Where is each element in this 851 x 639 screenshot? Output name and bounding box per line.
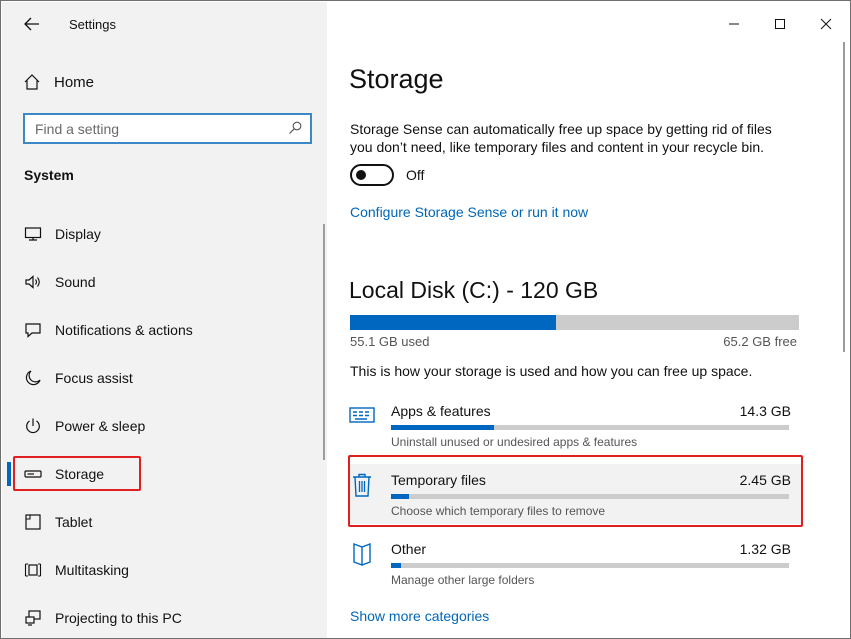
disk-usage-bar-fill [350,315,557,330]
sidebar-item-display[interactable]: Display [2,210,327,258]
usage-description: This is how your storage is used and how… [350,363,753,379]
notification-icon [24,321,42,339]
sidebar-scrollbar[interactable] [323,224,325,460]
category-usage-bar [391,494,789,499]
category-temporary-files[interactable]: Temporary files 2.45 GB Choose which tem… [349,464,803,524]
category-usage-bar-fill [391,425,495,430]
minimize-icon [729,23,739,25]
category-name: Temporary files [391,472,486,488]
settings-window: Settings Home System Display [0,0,851,639]
sidebar-item-label: Notifications & actions [55,322,193,338]
trash-icon [349,472,375,498]
category-subtitle: Choose which temporary files to remove [391,504,606,518]
storage-sense-toggle[interactable] [350,164,394,186]
category-subtitle: Manage other large folders [391,573,535,587]
sidebar-item-tablet[interactable]: Tablet [2,498,327,546]
category-name: Apps & features [391,403,491,419]
sidebar-item-label: Tablet [55,514,93,530]
search-icon[interactable] [288,121,302,135]
page-title: Storage [349,64,444,94]
category-size: 2.45 GB [739,472,791,488]
sidebar-nav-list: Display Sound Notifications & actions Fo… [2,210,327,639]
multitasking-icon [24,561,42,579]
storage-sense-description: Storage Sense can automatically free up … [350,121,772,155]
storage-drive-icon [24,465,42,483]
sidebar-item-home[interactable]: Home [22,69,94,95]
tablet-icon [24,513,42,531]
speaker-icon [24,273,42,291]
sidebar-item-label: Projecting to this PC [55,610,182,626]
main-content: Storage Storage Sense can automatically … [327,2,849,637]
apps-icon [349,403,375,429]
disk-free-label: 65.2 GB free [723,334,797,349]
sidebar-item-home-label: Home [54,73,95,91]
sidebar-item-focus-assist[interactable]: Focus assist [2,354,327,402]
disk-usage-bar [350,315,799,330]
category-name: Other [391,541,427,557]
sidebar-item-power-sleep[interactable]: Power & sleep [2,402,327,450]
category-usage-bar [391,563,789,568]
storage-sense-toggle-row: Off [350,164,424,186]
sidebar-item-label: Display [55,226,101,242]
search-box [23,113,312,144]
sidebar-item-multitasking[interactable]: Multitasking [2,546,327,594]
sidebar-item-label: Storage [55,466,105,482]
category-usage-bar [391,425,789,430]
maximize-icon [775,19,785,29]
disk-used-label: 55.1 GB used [350,334,430,349]
sidebar: Settings Home System Display [2,2,327,638]
search-input[interactable] [35,120,275,138]
sidebar-item-projecting[interactable]: Projecting to this PC [2,594,327,639]
sidebar-item-storage[interactable]: Storage [2,450,327,498]
home-icon [22,72,42,92]
category-usage-bar-fill [391,494,409,499]
section-header-system: System [24,167,74,183]
back-button[interactable] [12,8,52,40]
category-size: 1.32 GB [739,541,791,557]
sidebar-item-label: Power & sleep [55,418,146,434]
toggle-knob [356,170,366,180]
minimize-button[interactable] [711,2,757,46]
category-usage-bar-fill [391,563,401,568]
category-apps-features[interactable]: Apps & features 14.3 GB Uninstall unused… [349,395,803,455]
moon-icon [24,369,42,387]
sidebar-item-label: Multitasking [55,562,129,578]
window-controls [711,2,849,46]
sidebar-item-notifications[interactable]: Notifications & actions [2,306,327,354]
disk-title: Local Disk (C:) - 120 GB [349,277,599,303]
category-other[interactable]: Other 1.32 GB Manage other large folders [349,533,803,593]
document-icon [349,541,375,567]
maximize-button[interactable] [757,2,803,46]
sidebar-item-label: Sound [55,274,96,290]
toggle-state-label: Off [406,167,425,183]
sidebar-item-sound[interactable]: Sound [2,258,327,306]
main-scrollbar[interactable] [843,42,845,352]
power-icon [24,417,42,435]
close-button[interactable] [803,2,849,46]
configure-storage-sense-link[interactable]: Configure Storage Sense or run it now [350,204,588,220]
show-more-categories-link[interactable]: Show more categories [350,608,489,624]
close-icon [820,18,832,30]
monitor-icon [24,225,42,243]
category-size: 14.3 GB [739,403,791,419]
back-arrow-icon [24,17,39,31]
projecting-icon [24,609,42,627]
category-subtitle: Uninstall unused or undesired apps & fea… [391,435,638,449]
window-title: Settings [69,17,116,32]
sidebar-item-label: Focus assist [55,370,133,386]
